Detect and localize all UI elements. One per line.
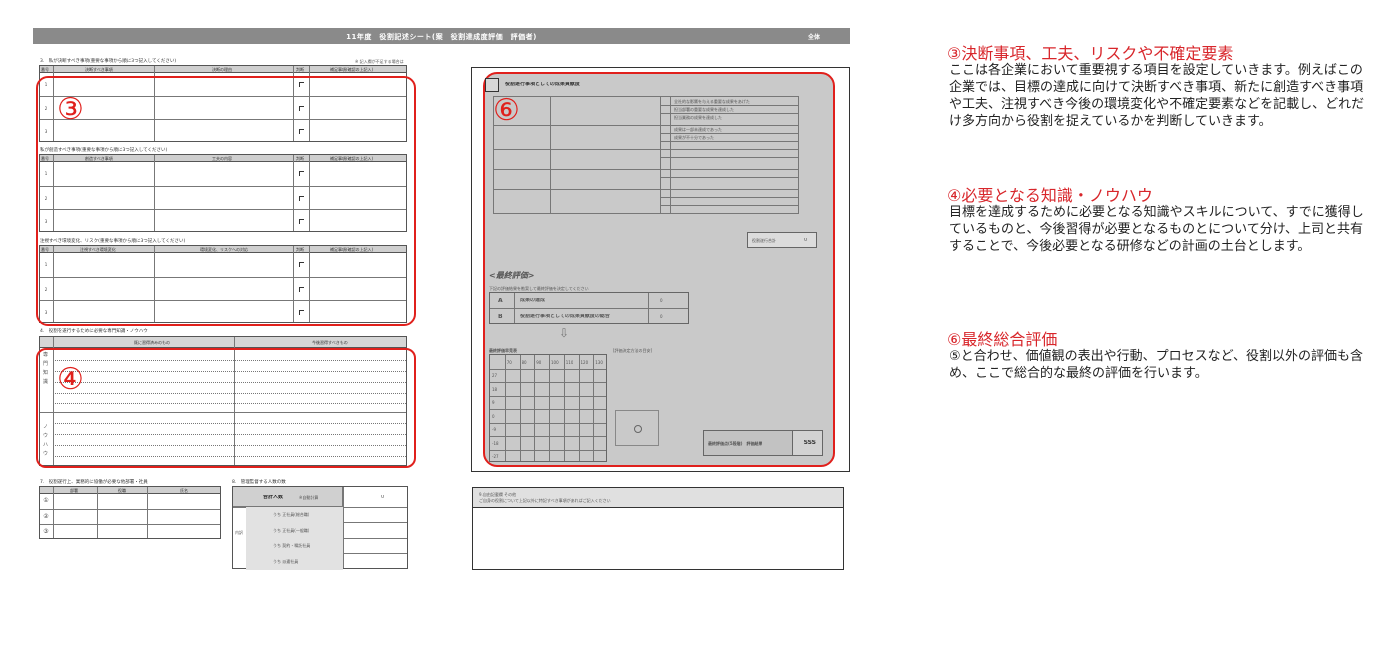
mark-three: ③	[57, 92, 84, 127]
staff-total-note: ※自動計算	[299, 495, 319, 500]
staff-row-3: うち 契約・嘱託社員	[273, 543, 311, 548]
staff-row-1: うち 正社員(総合職)	[273, 512, 310, 517]
staff-side-label: 内訳	[235, 530, 243, 535]
panel-corner-box	[485, 78, 499, 92]
matrix-head-cell: 70	[506, 359, 512, 365]
annotation-6-title: ⑥最終総合評価	[947, 330, 1058, 349]
eval-total-value: 0	[804, 238, 808, 243]
staff-row-4: うち 派遣社員	[273, 559, 299, 564]
rating-row-2: 担当部署の重要な成果を達成した	[674, 107, 734, 112]
sheet-header-right: 全体	[807, 34, 820, 41]
eval-total-box: 役割遂行合計 0	[747, 232, 817, 248]
rating-row-5: 成果が不十分であった	[674, 135, 714, 140]
annotation-4-title: ④必要となる知識・ノウハウ	[947, 186, 1153, 205]
final-row-b-label: 役割遂行事項としての成果貢献度の総合	[520, 314, 610, 319]
highlight-frame-4	[36, 348, 416, 468]
final-row-a-mark: A	[498, 298, 503, 303]
rating-row-1: 全社的な影響を与える重要な成果をあげた	[674, 99, 750, 104]
matrix-head-cell: 120	[580, 359, 589, 365]
mark-six: ⑥	[493, 93, 520, 128]
stamp-value: SSS	[803, 440, 816, 445]
stamp-box: 最終評価点(5段階) 評価結果 SSS	[703, 430, 823, 456]
matrix-row-cell: 27	[492, 373, 498, 379]
panel-title: 役割遂行事項としての成果貢献度	[505, 82, 580, 87]
final-rows: A 成果の達成 0 B 役割遂行事項としての成果貢献度の総合 0	[489, 292, 689, 324]
final-row-b-value: 0	[660, 314, 663, 319]
annotation-4-body: 目標を達成するために必要となる知識やスキルについて、すでに獲得しているものと、今…	[949, 205, 1364, 254]
section-3-label: 3. 私が決断すべき事項(重要な事項から順に3つ記入してください)	[40, 59, 177, 64]
matrix-row-cell: -27	[492, 454, 499, 460]
mark-four: ④	[57, 362, 84, 397]
highlight-frame-3	[36, 76, 416, 326]
section-8-label: 8. 管理監督する人数の数	[232, 480, 286, 485]
rating-row-4: 成果は一部未達成であった	[674, 127, 722, 132]
coworker-table: 部署 役職 氏名 ① ② ③	[39, 486, 221, 539]
matrix-title: 最終評価早見表	[489, 348, 517, 353]
annotation-6-body: ⑤と合わせ、価値観の表出や行動、プロセスなど、役割以外の評価も含め、ここで総合的…	[949, 349, 1364, 381]
matrix-row-cell: -9	[492, 427, 496, 433]
final-note: 下記の評価結果を勘案して最終評価を決定してください	[489, 286, 589, 291]
sheet-title: 11年度 役割記述シート(案 役割達成度評価 評価者)	[346, 33, 537, 41]
annotation-3-body: ここは各企業において重要視する項目を設定していきます。例えばこの企業では、目標の…	[949, 63, 1365, 129]
matrix-head-cell: 100	[551, 359, 559, 365]
final-row-b-mark: B	[498, 314, 503, 319]
matrix-row-cell: 18	[492, 386, 498, 392]
matrix-head-cell: 90	[536, 359, 542, 365]
decision-col-no: 番号	[41, 67, 49, 72]
annotation-3-title: ③決断事項、工夫、リスクや不確定要素	[947, 44, 1234, 63]
free-note-label: 9.自由記載欄 その他	[479, 492, 517, 497]
final-row-a-label: 成果の達成	[520, 298, 546, 303]
coworker-col-name: 氏名	[180, 488, 188, 493]
coworker-row-1: ①	[43, 497, 49, 504]
decision-col-judge: 判断	[296, 67, 304, 72]
stamp-label: 最終評価点(5段階) 評価結果	[708, 441, 763, 446]
staff-total-label: 合計人数	[263, 495, 284, 500]
coworker-col-title: 役職	[118, 488, 126, 493]
decision-table-header: 番号 決断すべき事項 決断の理由 判断 補足事項(確認の上記入)	[40, 66, 406, 73]
decision-col-reason: 決断の理由	[212, 67, 232, 72]
matrix-row-cell: 0	[492, 413, 495, 419]
staff-total-value: 0	[381, 495, 385, 500]
coworker-row-3: ③	[43, 528, 49, 535]
decision-col-item: 決断すべき事項	[85, 67, 113, 72]
final-evaluation-panel: 役割遂行事項としての成果貢献度 全社的な影響を与える重要な成果をあげた 担当部署…	[483, 72, 835, 467]
matrix-row-cell: -18	[492, 440, 499, 446]
evaluation-matrix: 70 80 90 100 110 120 130 27 18 9 0 -9 -18 -27	[489, 354, 607, 462]
knowledge-col-acquired: 既に習得済みのもの	[134, 340, 170, 345]
coworker-table-header: 部署 役職 氏名	[40, 487, 220, 494]
staff-count-table: 合計人数 ※自動計算 0 内訳 うち 正社員(総合職) うち 正社員(一般職) …	[232, 486, 408, 570]
mini-chart	[615, 410, 659, 446]
matrix-head-cell: 80	[521, 359, 527, 365]
staff-row-2: うち 正社員(一般職)	[273, 528, 310, 533]
matrix-head-cell: 110	[565, 359, 574, 365]
free-note-hint: ご自身の役割について上記以外に特記すべき事項があればご記入ください	[479, 498, 611, 503]
knowledge-table-header: 既に習得済みのもの 今後習得すべきもの	[40, 337, 406, 348]
sheet-header-bar: 11年度 役割記述シート(案 役割達成度評価 評価者) 全体	[33, 28, 850, 44]
decision-col-note: 補足事項(確認の上記入)	[330, 67, 374, 72]
rating-row-3: 担当業務の成果を達成した	[674, 115, 722, 120]
section-4-label: 4. 役割を遂行するために必要な専門知識・ノウハウ	[40, 329, 148, 334]
coworker-row-2: ②	[43, 513, 49, 520]
section-7-label: 7. 役割遂行上、業務的に協働が必要な他部署・社員	[40, 480, 148, 485]
eval-total-label: 役割遂行合計	[752, 238, 776, 243]
rating-block: 全社的な影響を与える重要な成果をあげた 担当部署の重要な成果を達成した 担当業務…	[493, 96, 799, 214]
down-arrow-icon: ⇩	[559, 326, 570, 340]
matrix-row-cell: 9	[492, 400, 495, 406]
coworker-col-dept: 部署	[70, 488, 78, 493]
final-title: <最終評価>	[489, 271, 535, 280]
knowledge-col-future: 今後習得すべきもの	[312, 340, 348, 345]
matrix-head-cell: 130	[595, 359, 603, 365]
free-note-box[interactable]: 9.自由記載欄 その他 ご自身の役割について上記以外に特記すべき事項があればご記…	[472, 487, 844, 570]
guide-title: [評価決定方法の目安]	[613, 348, 653, 353]
final-row-a-value: 0	[660, 298, 663, 303]
